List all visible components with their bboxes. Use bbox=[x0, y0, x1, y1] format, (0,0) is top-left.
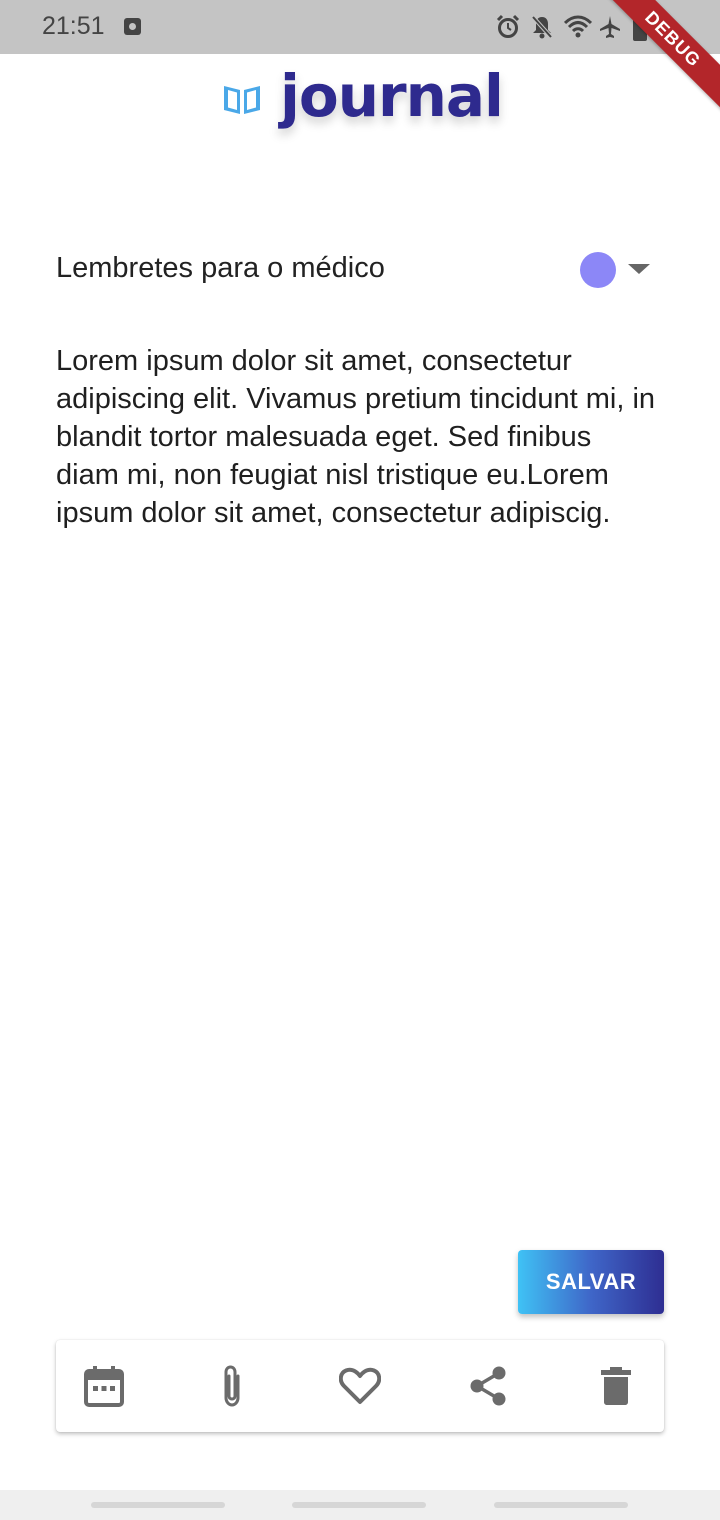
dropdown-arrow-icon[interactable] bbox=[628, 264, 650, 274]
navigation-bar bbox=[0, 1490, 720, 1520]
alarm-icon bbox=[496, 14, 520, 38]
status-time: 21:51 bbox=[42, 12, 105, 40]
favorite-icon bbox=[339, 1367, 381, 1404]
logo-text: journal bbox=[280, 62, 504, 130]
calendar-icon bbox=[84, 1366, 124, 1407]
nav-pill-center[interactable] bbox=[292, 1502, 426, 1508]
app-notification-icon bbox=[124, 18, 141, 35]
bottom-toolbar bbox=[56, 1340, 664, 1432]
calendar-button[interactable] bbox=[80, 1362, 128, 1410]
nav-pill-right[interactable] bbox=[494, 1502, 628, 1508]
mute-icon bbox=[531, 15, 553, 39]
note-body[interactable]: Lorem ipsum dolor sit amet, consectetur … bbox=[56, 342, 656, 532]
wifi-icon bbox=[564, 15, 592, 38]
favorite-button[interactable] bbox=[336, 1362, 384, 1410]
color-picker-swatch[interactable] bbox=[580, 252, 616, 288]
airplane-icon bbox=[600, 16, 620, 38]
nav-pill-left[interactable] bbox=[91, 1502, 225, 1508]
attach-button[interactable] bbox=[208, 1362, 256, 1410]
app-logo: journal bbox=[222, 62, 504, 136]
status-bar: 21:51 bbox=[0, 0, 720, 54]
attachment-icon bbox=[224, 1365, 240, 1407]
open-book-icon bbox=[224, 86, 260, 114]
delete-icon bbox=[601, 1367, 631, 1405]
save-button[interactable]: SALVAR bbox=[518, 1250, 664, 1314]
delete-button[interactable] bbox=[592, 1362, 640, 1410]
share-icon bbox=[470, 1366, 506, 1406]
note-title[interactable]: Lembretes para o médico bbox=[56, 252, 385, 285]
share-button[interactable] bbox=[464, 1362, 512, 1410]
